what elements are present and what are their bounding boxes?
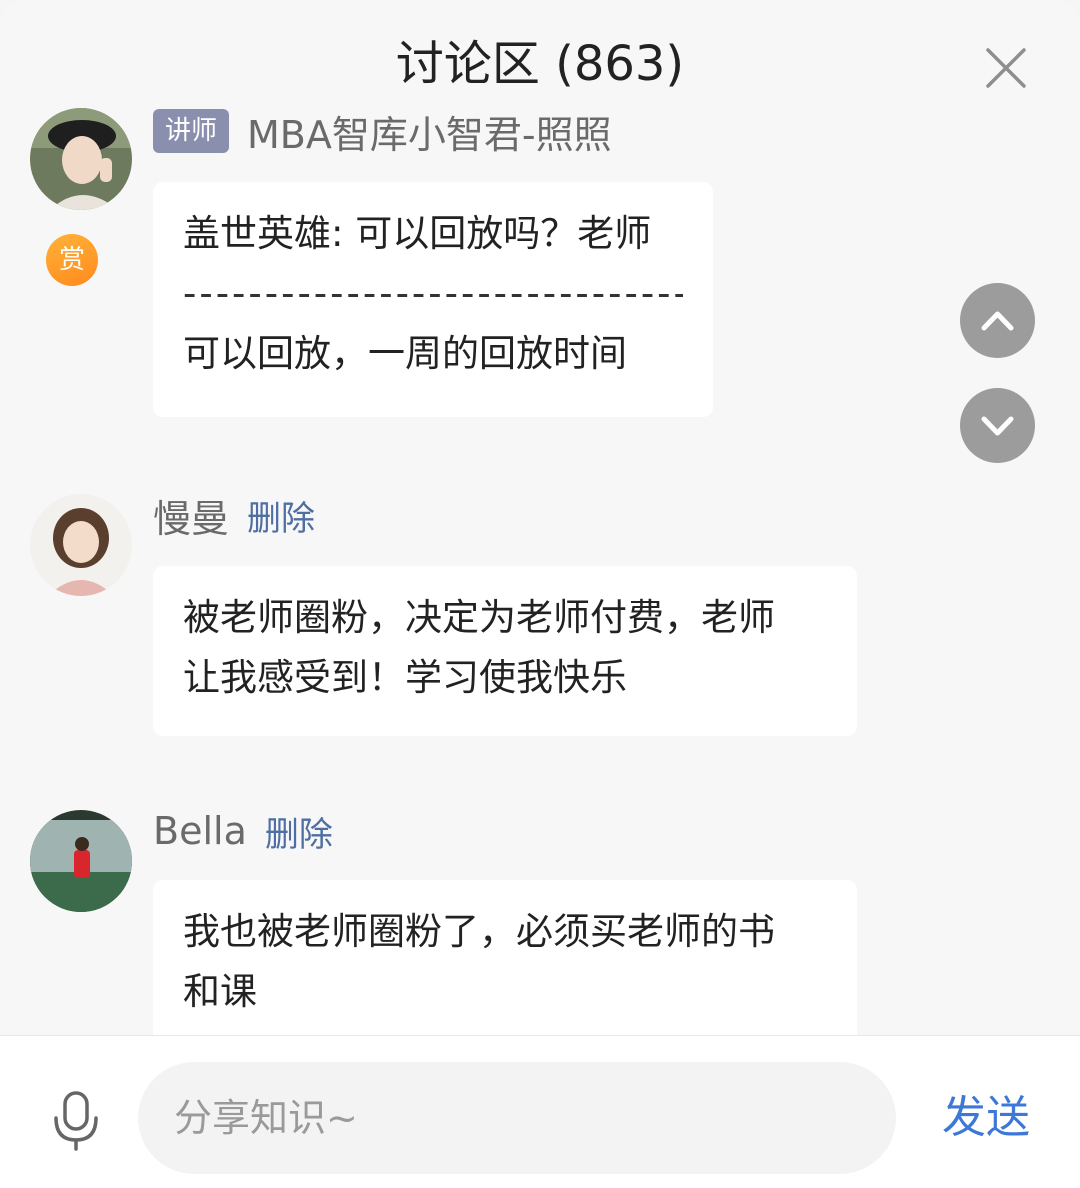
- avatar[interactable]: [30, 810, 132, 912]
- comment-input[interactable]: [138, 1062, 896, 1174]
- name-row: Bella 删除: [153, 806, 333, 856]
- page-title: 讨论区 (863): [395, 36, 685, 92]
- message-bubble: 盖世英雄: 可以回放吗？老师 -------------------------…: [153, 182, 713, 417]
- voice-input-button[interactable]: [50, 1090, 102, 1152]
- scroll-down-button[interactable]: [960, 388, 1035, 463]
- message-text-line: 我也被老师圈粉了，必须买老师的书: [183, 910, 775, 953]
- avatar[interactable]: [30, 494, 132, 596]
- composer-bar: 发送: [0, 1035, 1080, 1188]
- message-list[interactable]: 赏 讲师 MBA智库小智君-照照 盖世英雄: 可以回放吗？老师 --------…: [0, 100, 1080, 1035]
- close-icon: [986, 48, 1026, 88]
- message-bubble: 被老师圈粉，决定为老师付费，老师 让我感受到！学习使我快乐: [153, 566, 857, 736]
- divider: ---------------------------------: [183, 272, 683, 315]
- avatar-photo: [30, 810, 132, 912]
- username[interactable]: 慢曼: [153, 488, 229, 543]
- delete-button[interactable]: 删除: [247, 491, 315, 540]
- username[interactable]: Bella: [153, 809, 247, 853]
- message-text-line: 和课: [183, 970, 257, 1013]
- avatar-photo: [30, 494, 132, 596]
- chevron-up-icon: [981, 311, 1014, 331]
- close-button[interactable]: [984, 46, 1028, 90]
- message-text-line: 让我感受到！学习使我快乐: [183, 656, 627, 699]
- reward-badge[interactable]: 赏: [46, 234, 98, 286]
- discussion-panel: 讨论区 (863) 赏 讲师 MBA智库小智君-照照 盖世英雄: 可以回放吗？老…: [0, 0, 1080, 1188]
- reply-text: 可以回放，一周的回放时间: [183, 332, 627, 375]
- delete-button[interactable]: 删除: [265, 807, 333, 856]
- message-bubble: 我也被老师圈粉了，必须买老师的书 和课: [153, 880, 857, 1035]
- scroll-up-button[interactable]: [960, 283, 1035, 358]
- role-badge: 讲师: [153, 109, 230, 153]
- quoted-question: 盖世英雄: 可以回放吗？老师: [183, 212, 652, 255]
- send-button[interactable]: 发送: [942, 1088, 1030, 1148]
- username[interactable]: MBA智库小智君-照照: [247, 104, 612, 159]
- name-row: 讲师 MBA智库小智君-照照: [153, 104, 612, 159]
- message-text-line: 被老师圈粉，决定为老师付费，老师: [183, 596, 775, 639]
- avatar-photo: [30, 108, 132, 210]
- microphone-icon: [54, 1091, 98, 1151]
- name-row: 慢曼 删除: [153, 488, 315, 543]
- chevron-down-icon: [981, 416, 1014, 436]
- avatar[interactable]: [30, 108, 132, 210]
